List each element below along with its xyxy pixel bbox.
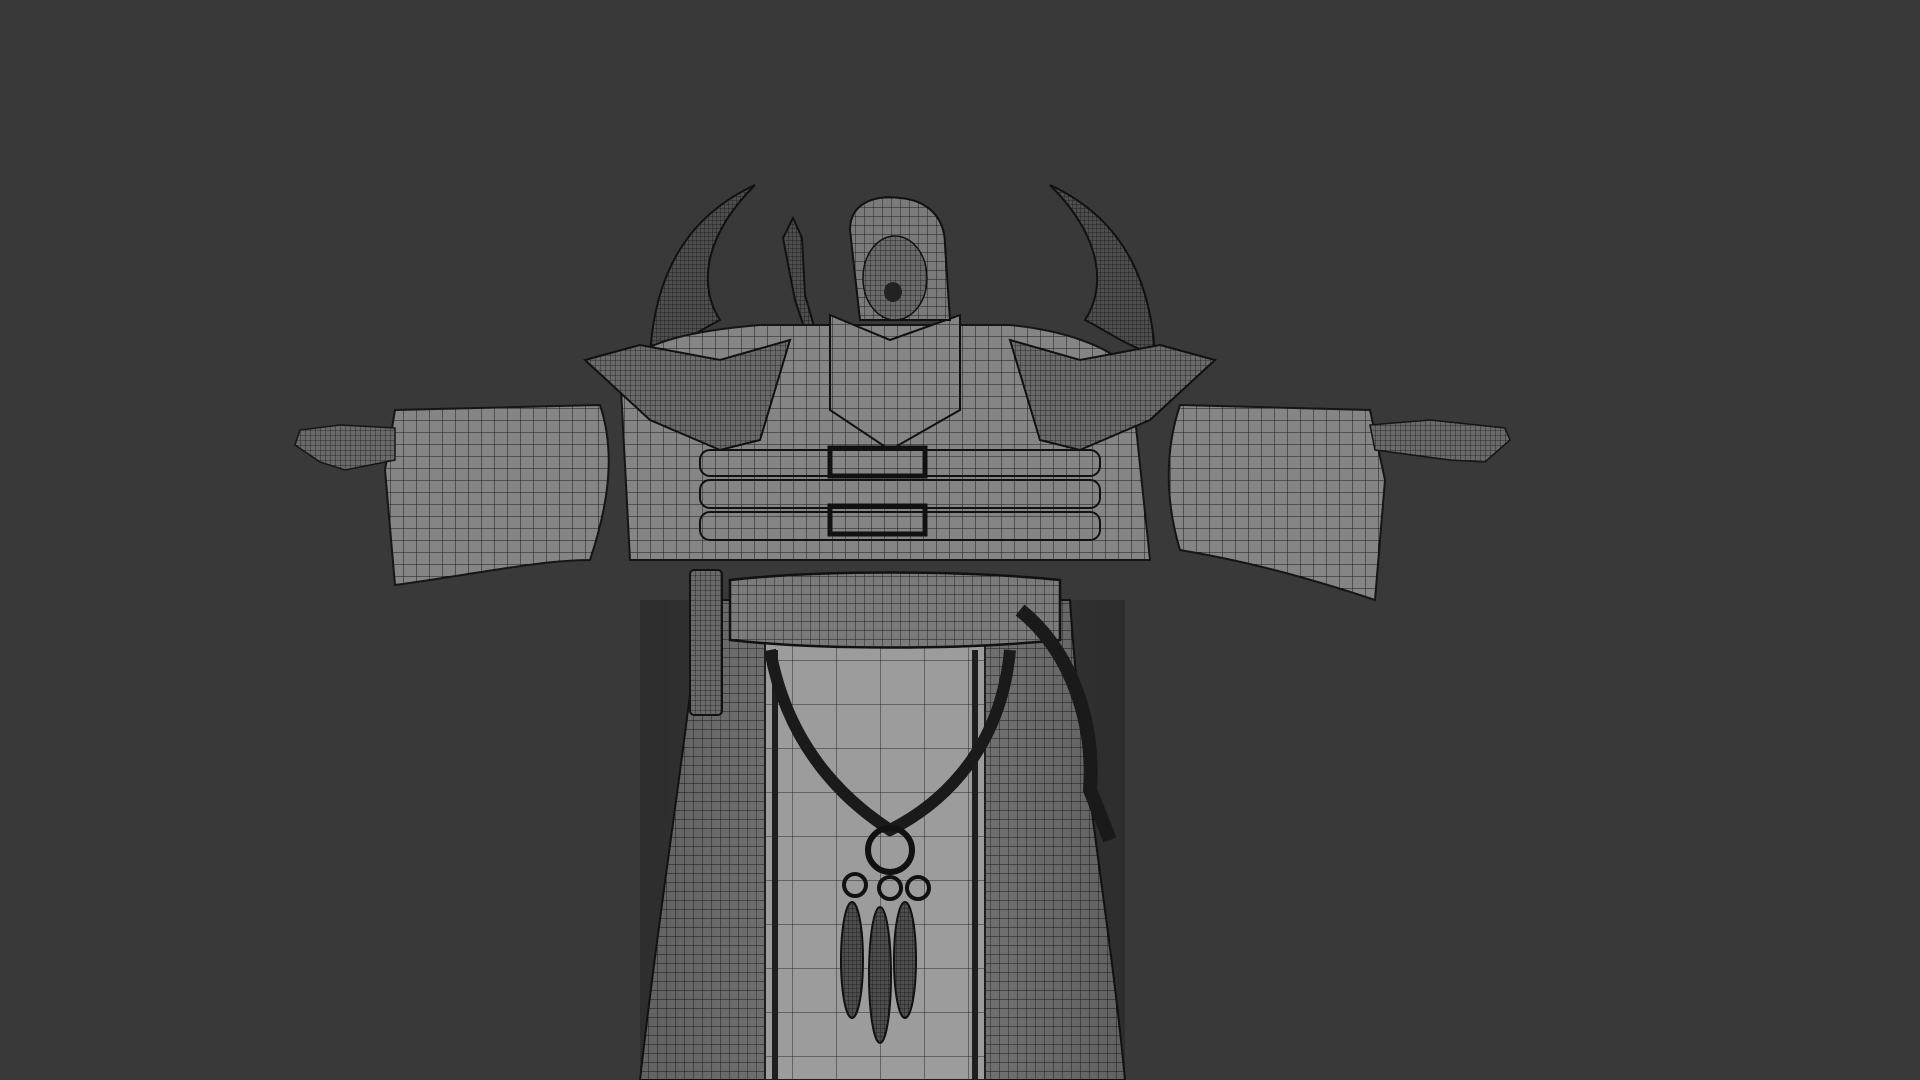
amulet-feather-3 xyxy=(893,901,917,1019)
side-pouch xyxy=(689,569,723,716)
chest-strap-1 xyxy=(699,449,1101,477)
belt xyxy=(728,571,1062,649)
amulet-feather-2 xyxy=(868,906,892,1044)
amulet-feather-1 xyxy=(840,901,864,1019)
left-hand xyxy=(294,424,396,471)
right-sleeve xyxy=(1167,403,1387,602)
left-sleeve xyxy=(383,403,610,587)
face xyxy=(862,235,928,321)
3d-viewport[interactable] xyxy=(0,0,1920,1080)
character-model xyxy=(294,184,1511,1080)
right-horn xyxy=(1049,184,1157,357)
right-hand xyxy=(1369,419,1511,463)
left-shoulder-pad xyxy=(582,338,792,452)
